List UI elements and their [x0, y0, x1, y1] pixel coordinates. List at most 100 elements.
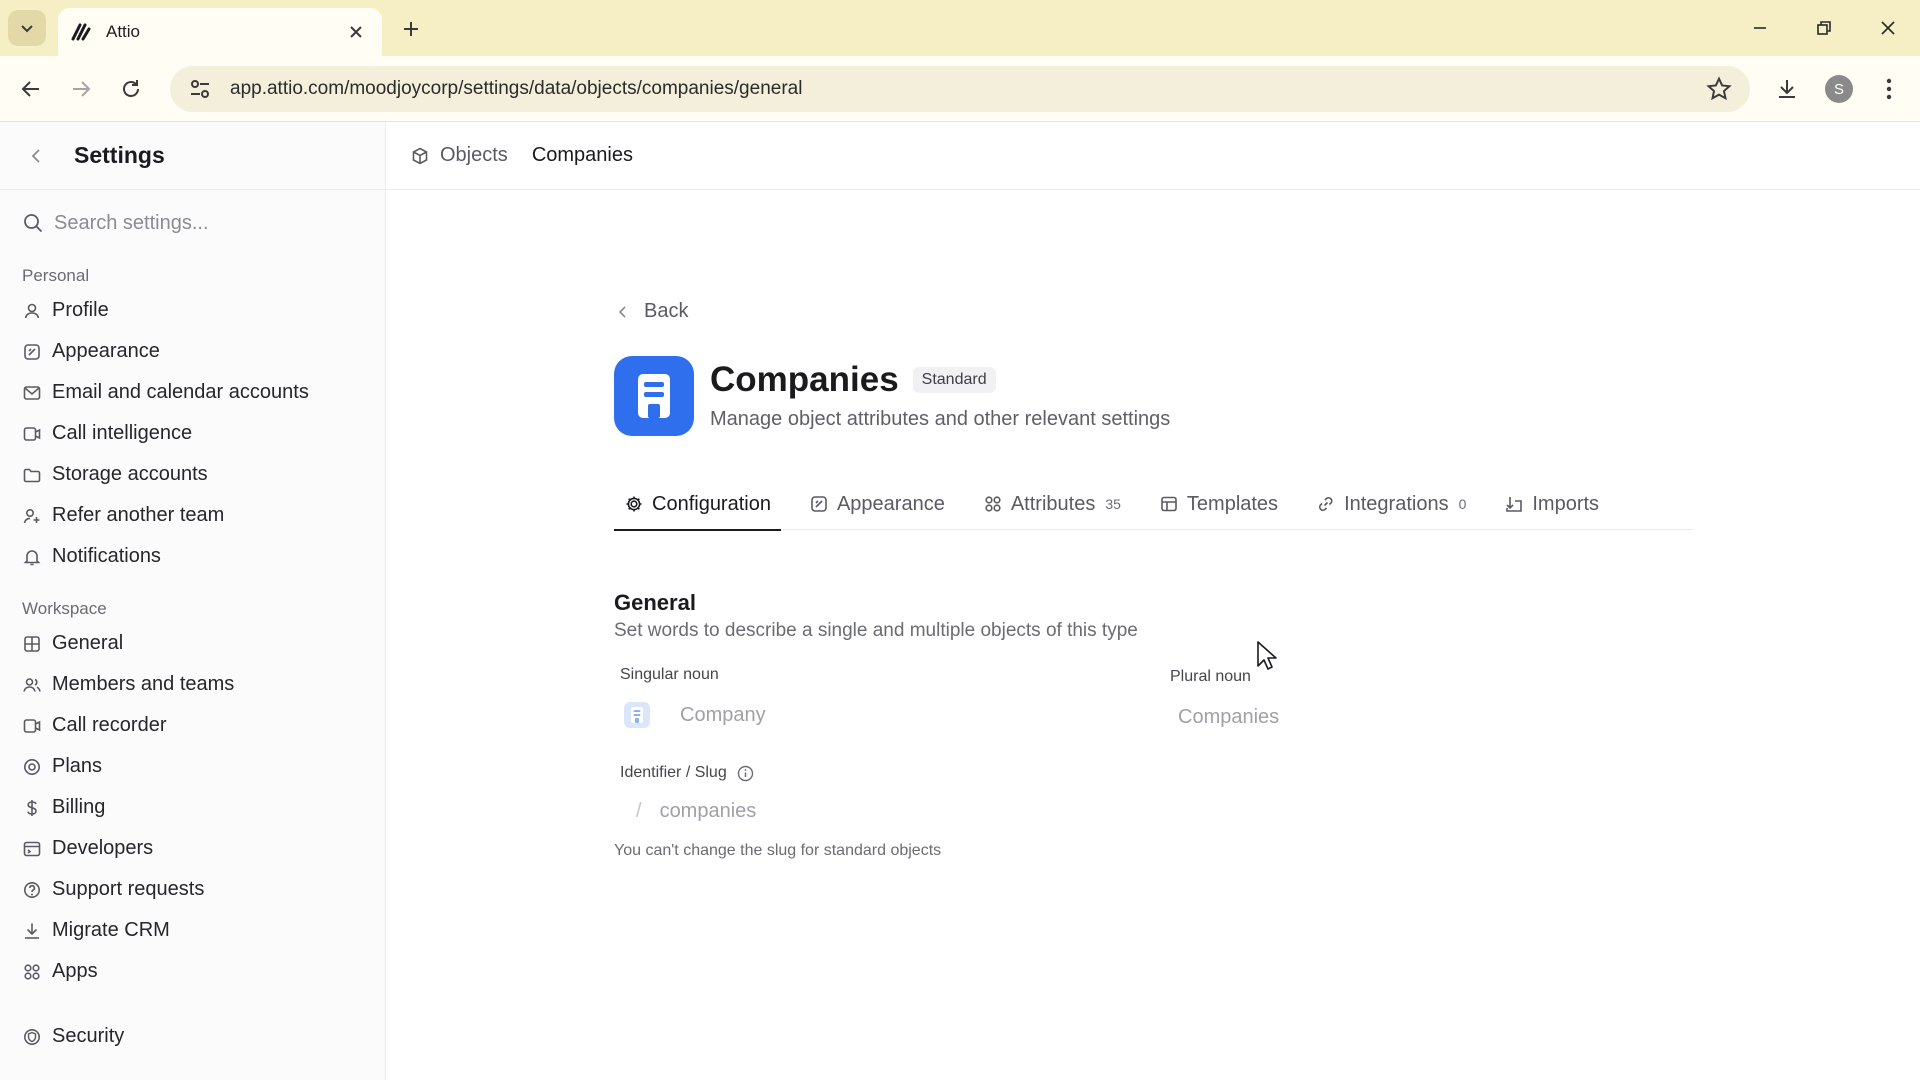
section-workspace: Workspace	[22, 599, 107, 618]
sidebar-item-label: Call recorder	[52, 714, 167, 736]
chevron-left-icon[interactable]	[26, 145, 48, 167]
sidebar-item-billing[interactable]: Billing	[0, 787, 385, 828]
arrow-left-icon	[21, 81, 39, 97]
general-section-subtitle: Set words to describe a single and multi…	[614, 620, 1138, 641]
settings-sidebar: Settings Personal Profile Appearance Ema…	[0, 122, 386, 1080]
sidebar-item-label: Apps	[52, 960, 98, 982]
info-icon[interactable]	[737, 765, 754, 782]
sidebar-item-appearance[interactable]: Appearance	[0, 331, 385, 372]
call-recorder-icon	[23, 718, 41, 733]
sidebar-item-call-recorder[interactable]: Call recorder	[0, 705, 385, 746]
sidebar-item-label: Storage accounts	[52, 463, 208, 485]
back-label: Back	[644, 300, 689, 322]
attributes-icon	[985, 496, 1001, 512]
tab-appearance[interactable]: Appearance	[799, 478, 955, 530]
close-icon	[1881, 21, 1895, 35]
status-badge: Standard	[912, 367, 996, 393]
new-tab-button[interactable]	[396, 14, 426, 44]
back-button[interactable]	[12, 70, 50, 108]
sidebar-header: Settings	[0, 122, 385, 190]
attributes-count: 35	[1105, 496, 1121, 512]
sidebar-item-email-calendar[interactable]: Email and calendar accounts	[0, 372, 385, 413]
breadcrumb-objects[interactable]: Objects	[440, 144, 508, 167]
forward-button[interactable]	[62, 70, 100, 108]
shield-icon	[24, 1028, 40, 1045]
tab-integrations[interactable]: Integrations 0	[1306, 478, 1476, 530]
arrow-right-icon	[73, 81, 91, 97]
tab-close-button[interactable]	[344, 20, 368, 44]
url-text[interactable]: app.attio.com/moodjoycorp/settings/data/…	[230, 78, 1706, 100]
back-link[interactable]: Back	[614, 300, 688, 323]
sidebar-item-developers[interactable]: Developers	[0, 828, 385, 869]
close-icon	[350, 26, 362, 38]
address-bar[interactable]: app.attio.com/moodjoycorp/settings/data/…	[170, 66, 1750, 112]
more-vertical-icon	[1886, 78, 1892, 100]
browser-menu-button[interactable]	[1872, 72, 1906, 106]
object-tabs: Configuration Appearance Attributes 35 T…	[614, 478, 1694, 531]
sidebar-item-label: General	[52, 632, 124, 654]
slug-label: Identifier / Slug	[620, 764, 754, 782]
sidebar-item-support[interactable]: Support requests	[0, 869, 385, 910]
plus-icon	[404, 22, 418, 36]
person-icon	[24, 303, 40, 318]
restore-button[interactable]	[1802, 10, 1846, 46]
site-settings-icon[interactable]	[188, 77, 212, 101]
slug-field[interactable]: / companies	[636, 796, 756, 826]
sidebar-item-label: Billing	[52, 796, 106, 818]
sidebar-item-label: Security	[52, 1025, 125, 1047]
appearance-icon	[24, 343, 40, 360]
sidebar-item-plans[interactable]: Plans	[0, 746, 385, 787]
singular-noun-field[interactable]: Company	[624, 700, 766, 730]
object-header: Companies Standard Manage object attribu…	[614, 356, 1170, 436]
sidebar-item-label: Migrate CRM	[52, 919, 170, 941]
tab-attributes[interactable]: Attributes 35	[973, 478, 1131, 530]
tab-search-button[interactable]	[8, 10, 46, 46]
sidebar-item-members[interactable]: Members and teams	[0, 664, 385, 705]
sidebar-item-label: Email and calendar accounts	[52, 381, 309, 403]
attio-app: Settings Personal Profile Appearance Ema…	[0, 122, 1920, 1080]
tab-templates[interactable]: Templates	[1149, 478, 1288, 530]
search-icon	[24, 214, 43, 233]
cube-icon	[412, 147, 428, 164]
browser-tab[interactable]: Attio	[58, 8, 382, 56]
plural-noun-label: Plural noun	[1170, 668, 1251, 685]
sidebar-item-general[interactable]: General	[0, 623, 385, 664]
sidebar-item-security[interactable]: Security	[0, 1016, 385, 1057]
bookmark-star-icon[interactable]	[1706, 76, 1732, 102]
breadcrumb: Objects Companies	[386, 122, 1920, 190]
profile-button[interactable]: S	[1822, 72, 1856, 106]
refer-icon	[23, 508, 40, 523]
sidebar-item-migrate-crm[interactable]: Migrate CRM	[0, 910, 385, 951]
gear-icon	[626, 496, 642, 512]
tab-configuration[interactable]: Configuration	[614, 478, 781, 531]
sidebar-item-refer[interactable]: Refer another team	[0, 495, 385, 536]
sidebar-item-storage[interactable]: Storage accounts	[0, 454, 385, 495]
attio-logo-icon	[71, 23, 91, 41]
sidebar-item-label: Members and teams	[52, 673, 235, 695]
minimize-button[interactable]	[1738, 10, 1782, 46]
main-panel: Objects Companies Back Companies Standar…	[386, 122, 1920, 1080]
singular-noun-value: Company	[680, 703, 766, 726]
reload-button[interactable]	[112, 70, 150, 108]
tab-imports[interactable]: Imports	[1494, 478, 1609, 530]
download-icon	[25, 923, 39, 939]
sidebar-item-profile[interactable]: Profile	[0, 290, 385, 331]
chevron-left-icon	[618, 305, 626, 318]
sidebar-item-label: Plans	[52, 755, 103, 777]
general-section-title: General	[614, 590, 696, 615]
sidebar-item-notifications[interactable]: Notifications	[0, 536, 385, 577]
sidebar-item-apps[interactable]: Apps	[0, 951, 385, 992]
downloads-button[interactable]	[1770, 72, 1804, 106]
building-icon	[638, 374, 670, 418]
appearance-icon	[811, 496, 827, 512]
sidebar-item-call-intelligence[interactable]: Call intelligence	[0, 413, 385, 454]
avatar: S	[1825, 75, 1853, 103]
plural-noun-field[interactable]: Companies	[1178, 702, 1279, 732]
singular-noun-label: Singular noun	[620, 666, 719, 683]
window-close-button[interactable]	[1866, 10, 1910, 46]
company-mini-icon	[624, 702, 650, 728]
company-object-icon	[614, 356, 694, 436]
templates-icon	[1161, 496, 1177, 512]
storage-icon	[23, 468, 41, 482]
search-input[interactable]	[54, 211, 354, 235]
